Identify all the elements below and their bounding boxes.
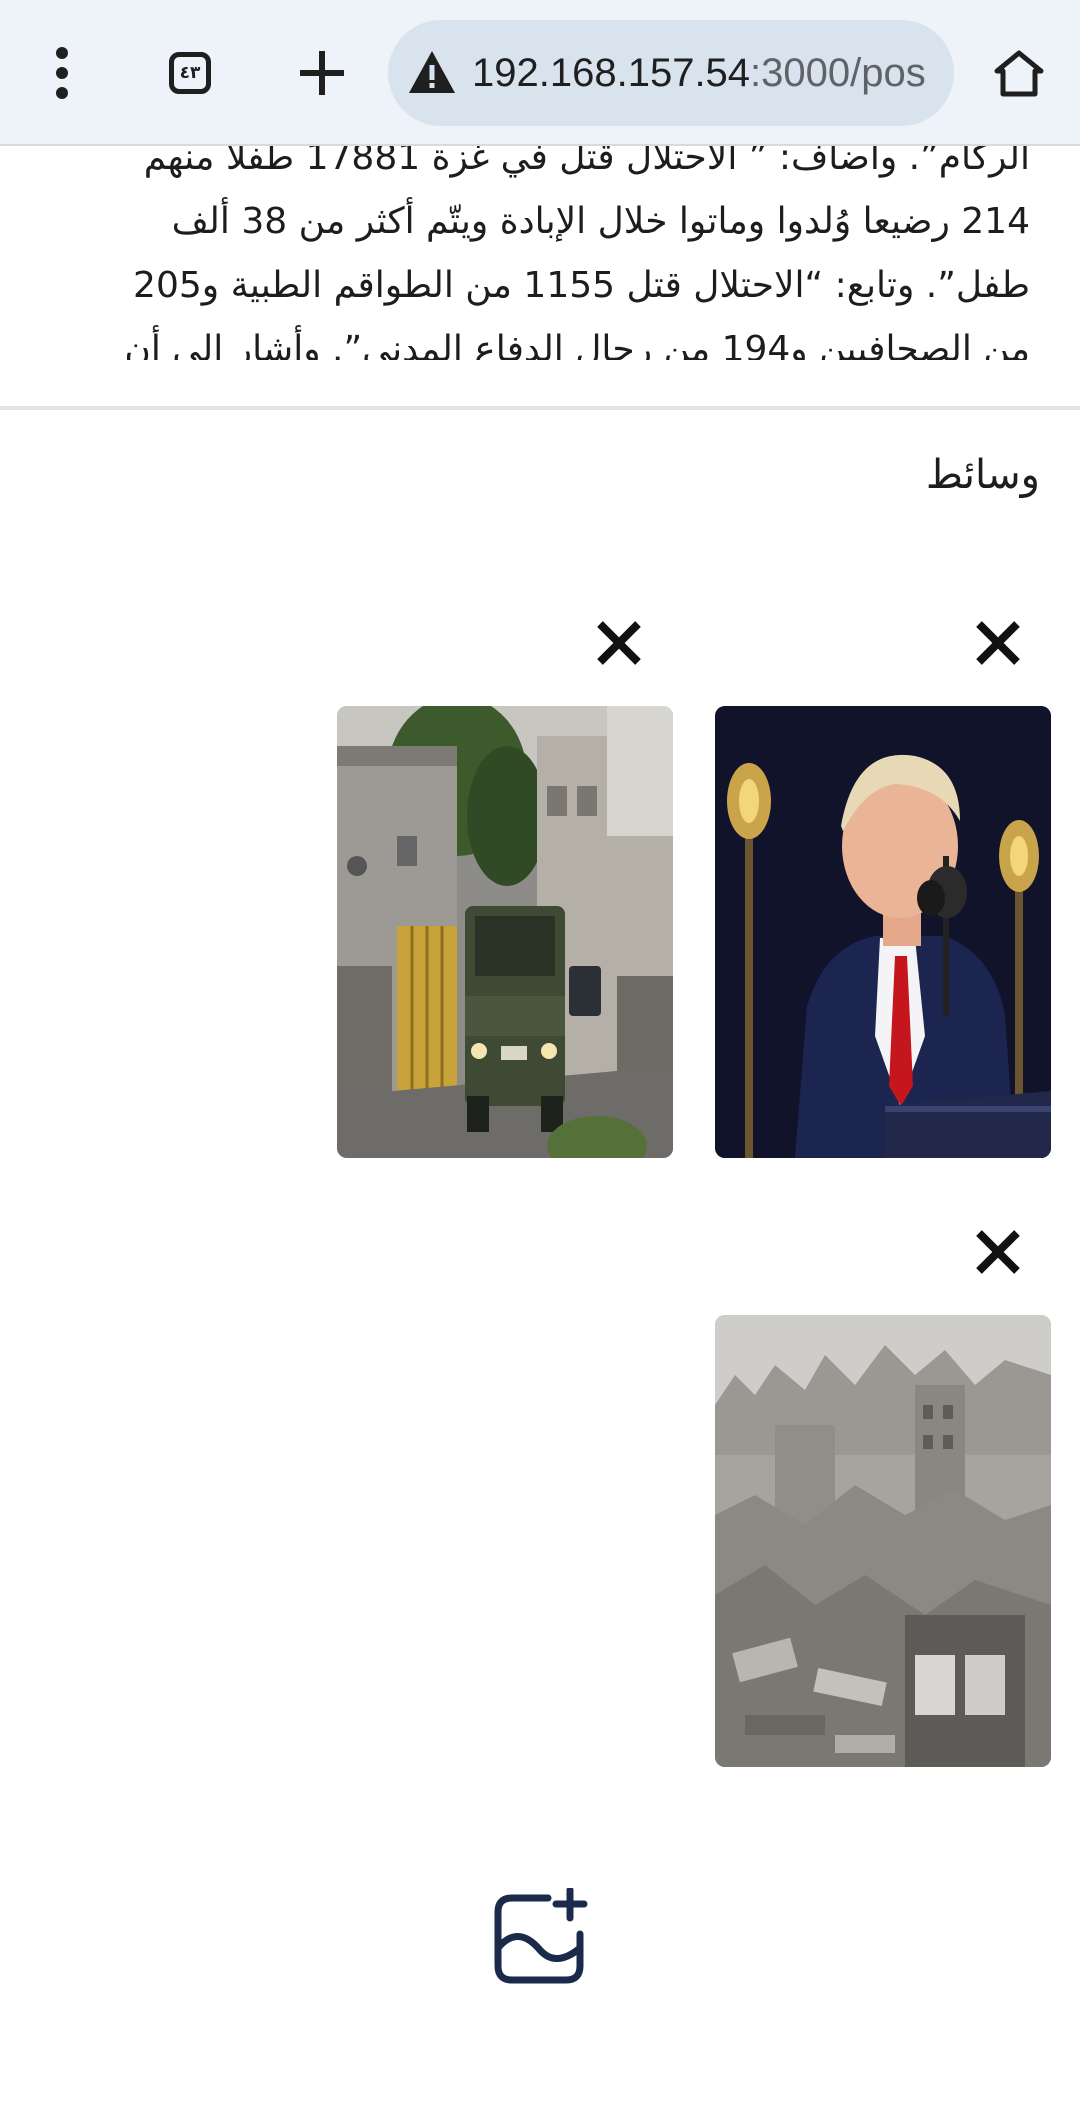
home-button[interactable] [984, 38, 1054, 108]
tab-count-badge: ٤٣ [169, 52, 211, 94]
section-divider [0, 406, 1080, 410]
close-x-icon [597, 621, 641, 665]
article-paragraph: الركام”. وأضاف: ” الاحتلال قتل في غزة 17… [30, 146, 1030, 360]
article-line: الركام”. وأضاف: ” الاحتلال قتل في غزة 17… [143, 146, 1030, 178]
destroyed-buildings-photo [715, 1315, 1051, 1767]
close-x-icon [976, 1230, 1020, 1274]
add-media-button[interactable] [484, 1882, 596, 1994]
remove-media-button[interactable] [968, 1222, 1028, 1282]
address-url[interactable]: 192.168.157.54:3000/pos [472, 20, 926, 126]
three-dots-vertical-icon [56, 47, 68, 99]
add-image-icon [494, 1888, 588, 1984]
address-bar[interactable]: 192.168.157.54:3000/pos [388, 20, 954, 126]
military-vehicle-street-photo [337, 706, 673, 1158]
url-path: :3000/pos [750, 51, 926, 95]
url-host: 192.168.157.54 [472, 51, 751, 95]
remove-media-button[interactable] [589, 613, 649, 673]
new-tab-button[interactable] [284, 38, 360, 108]
close-x-icon [976, 621, 1020, 665]
media-thumbnail[interactable] [337, 706, 673, 1158]
media-thumbnail[interactable] [715, 1315, 1051, 1767]
browser-toolbar: ٤٣ 192.168.157.54:3000/pos [0, 0, 1080, 146]
man-at-podium-photo [715, 706, 1051, 1158]
article-line: 214 رضيعا وُلدوا وماتوا خلال الإبادة ويت… [171, 201, 1030, 242]
remove-media-button[interactable] [968, 613, 1028, 673]
media-thumbnail[interactable] [715, 706, 1051, 1158]
article-line: طفل”. وتابع: “الاحتلال قتل 1155 من الطوا… [133, 265, 1030, 306]
media-section-title: وسائط [925, 452, 1040, 498]
tab-count: ٤٣ [179, 62, 201, 83]
browser-menu-button[interactable] [30, 38, 94, 108]
home-icon [994, 50, 1044, 97]
plus-icon [300, 51, 344, 95]
article-body: الركام”. وأضاف: ” الاحتلال قتل في غزة 17… [0, 146, 1080, 360]
tab-switcher-button[interactable]: ٤٣ [152, 38, 228, 108]
warning-triangle-icon[interactable] [406, 47, 458, 99]
article-line: من الصحافيين و194 من رجال الدفاع المدني”… [124, 329, 1030, 360]
